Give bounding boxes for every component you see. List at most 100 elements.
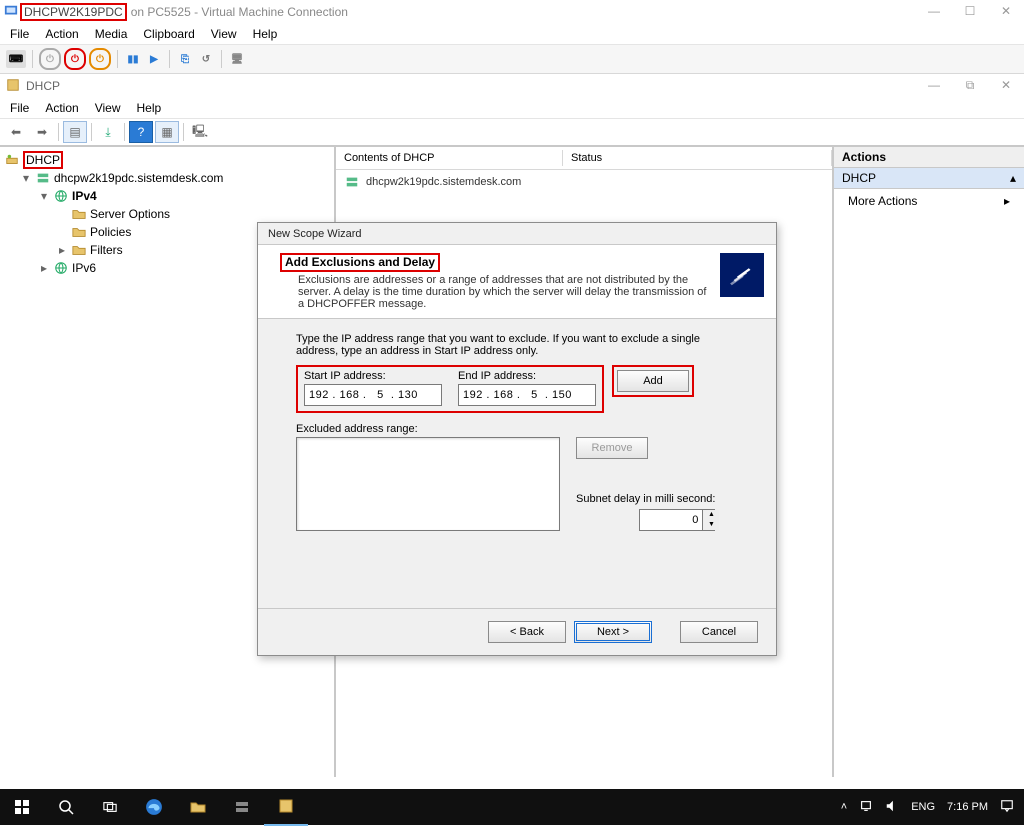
show-hide-tree-icon[interactable]: ▤ <box>63 121 87 143</box>
turn-off-icon[interactable]: ⏻ <box>39 48 61 70</box>
twist-server[interactable]: ▾ <box>20 171 32 185</box>
dhcp-menu-file[interactable]: File <box>10 101 29 115</box>
nav-back-icon[interactable]: ⬅ <box>4 121 28 143</box>
vmc-menu-media[interactable]: Media <box>95 27 128 41</box>
tray-up-icon[interactable]: ˄ <box>841 801 847 813</box>
reset-icon[interactable]: ▶ <box>145 50 163 68</box>
dhcp-close-button[interactable]: ✕ <box>988 75 1024 97</box>
back-button[interactable]: < Back <box>488 621 566 643</box>
excluded-range-listbox[interactable] <box>296 437 560 531</box>
checkpoint-icon[interactable]: ⎘ <box>176 50 194 68</box>
remove-button[interactable]: Remove <box>576 437 648 459</box>
dhcp-toolbar: ⬅ ➡ ▤ ⤓ ? ▦ 🖳 <box>0 119 1024 146</box>
add-button-highlight: Add <box>612 365 694 397</box>
content-col-contents[interactable]: Contents of DHCP <box>336 150 563 166</box>
vmc-menubar: File Action Media Clipboard View Help <box>0 24 1024 45</box>
vmc-menu-file[interactable]: File <box>10 27 29 41</box>
tree-root[interactable]: DHCP <box>23 151 63 169</box>
subnet-delay-spinner[interactable]: ▲ ▼ <box>639 509 715 531</box>
dhcp-menu-help[interactable]: Help <box>137 101 162 115</box>
enhanced-session-icon[interactable]: 🖥 <box>228 50 246 68</box>
wizard-heading: Add Exclusions and Delay <box>280 253 440 272</box>
tray-network-icon[interactable] <box>859 799 873 816</box>
folder-icon <box>71 224 87 240</box>
actions-group[interactable]: DHCP ▴ <box>834 168 1024 189</box>
tree-ipv6[interactable]: IPv6 <box>72 261 96 275</box>
tree-ipv4[interactable]: IPv4 <box>72 189 97 203</box>
taskbar-dhcp-icon[interactable] <box>264 788 308 826</box>
tray-language[interactable]: ENG <box>911 801 935 813</box>
dhcp-minimize-button[interactable]: ― <box>916 75 952 97</box>
next-button[interactable]: Next > <box>574 621 652 643</box>
wizard-instructions: Type the IP address range that you want … <box>296 333 738 357</box>
tree-filters[interactable]: Filters <box>90 243 123 257</box>
tree-policies[interactable]: Policies <box>90 225 131 239</box>
windows-taskbar: ˄ ENG 7:16 PM <box>0 789 1024 825</box>
new-scope-wizard-dialog: New Scope Wizard Add Exclusions and Dela… <box>257 222 777 656</box>
twist-ipv6[interactable]: ▸ <box>38 261 50 275</box>
task-view-icon[interactable] <box>88 789 132 825</box>
subnet-delay-label: Subnet delay in milli second: <box>576 493 715 505</box>
content-row-server[interactable]: dhcpw2k19pdc.sistemdesk.com <box>336 170 832 194</box>
start-ip-label: Start IP address: <box>304 370 442 382</box>
ipv6-icon <box>53 260 69 276</box>
vmc-menu-action[interactable]: Action <box>45 27 78 41</box>
dhcp-maximize-button[interactable]: ⧉ <box>952 75 988 97</box>
add-button[interactable]: Add <box>617 370 689 392</box>
twist-filters[interactable]: ▸ <box>56 243 68 257</box>
subnet-delay-input[interactable] <box>640 513 702 527</box>
tray-clock[interactable]: 7:16 PM <box>947 801 988 814</box>
vmc-title-hostname: DHCPW2K19PDC <box>20 3 127 21</box>
vmc-maximize-button[interactable]: ☐ <box>952 1 988 23</box>
vmc-menu-view[interactable]: View <box>211 27 237 41</box>
actions-more-actions[interactable]: More Actions ▸ <box>834 189 1024 213</box>
twist-ipv4[interactable]: ▾ <box>38 189 50 203</box>
excluded-range-label: Excluded address range: <box>296 423 560 435</box>
export-list-icon[interactable]: ⤓ <box>96 121 120 143</box>
dhcp-menubar: File Action View Help <box>0 98 1024 119</box>
actions-header: Actions <box>834 147 1024 168</box>
end-ip-input[interactable] <box>458 384 596 406</box>
refresh-icon[interactable]: ▦ <box>155 121 179 143</box>
nav-forward-icon[interactable]: ➡ <box>30 121 54 143</box>
collapse-arrow-icon: ▴ <box>1010 171 1016 185</box>
revert-icon[interactable]: ↺ <box>197 50 215 68</box>
taskbar-explorer-icon[interactable] <box>176 789 220 825</box>
help-icon[interactable]: ? <box>129 121 153 143</box>
server-icon <box>344 174 360 190</box>
tree-server-options[interactable]: Server Options <box>90 207 170 221</box>
spinner-down-icon[interactable]: ▼ <box>703 520 719 530</box>
dhcp-title-text: DHCP <box>26 79 60 93</box>
search-icon[interactable] <box>44 789 88 825</box>
wizard-caption: New Scope Wizard <box>258 223 776 244</box>
vmc-menu-help[interactable]: Help <box>253 27 278 41</box>
pause-icon[interactable]: ▮▮ <box>124 50 142 68</box>
vmc-close-button[interactable]: ✕ <box>988 1 1024 23</box>
shutdown-icon[interactable]: ⏻ <box>64 48 86 70</box>
dhcp-menu-action[interactable]: Action <box>45 101 78 115</box>
vmc-minimize-button[interactable]: ― <box>916 1 952 23</box>
start-button[interactable] <box>0 789 44 825</box>
vmc-menu-clipboard[interactable]: Clipboard <box>143 27 194 41</box>
folder-icon <box>71 242 87 258</box>
wizard-banner-icon <box>720 253 764 297</box>
tray-notifications-icon[interactable] <box>1000 799 1014 816</box>
actions-pane: Actions DHCP ▴ More Actions ▸ <box>834 147 1024 777</box>
content-header: Contents of DHCP Status <box>336 147 832 170</box>
start-ip-input[interactable] <box>304 384 442 406</box>
tray-sound-icon[interactable] <box>885 799 899 816</box>
dhcp-menu-view[interactable]: View <box>95 101 121 115</box>
dhcp-app-icon <box>6 78 22 94</box>
server-manage-icon[interactable]: 🖳 <box>188 121 212 143</box>
ctrl-alt-del-icon[interactable]: ⌨ <box>6 50 26 68</box>
actions-group-label: DHCP <box>842 171 876 185</box>
content-col-status[interactable]: Status <box>563 150 832 166</box>
taskbar-server-manager-icon[interactable] <box>220 789 264 825</box>
taskbar-edge-icon[interactable] <box>132 789 176 825</box>
save-state-icon[interactable]: ⏻ <box>89 48 111 70</box>
cancel-button[interactable]: Cancel <box>680 621 758 643</box>
content-row-server-text: dhcpw2k19pdc.sistemdesk.com <box>366 176 521 188</box>
spinner-up-icon[interactable]: ▲ <box>703 510 719 520</box>
tree-server[interactable]: dhcpw2k19pdc.sistemdesk.com <box>54 171 223 185</box>
folder-icon <box>71 206 87 222</box>
